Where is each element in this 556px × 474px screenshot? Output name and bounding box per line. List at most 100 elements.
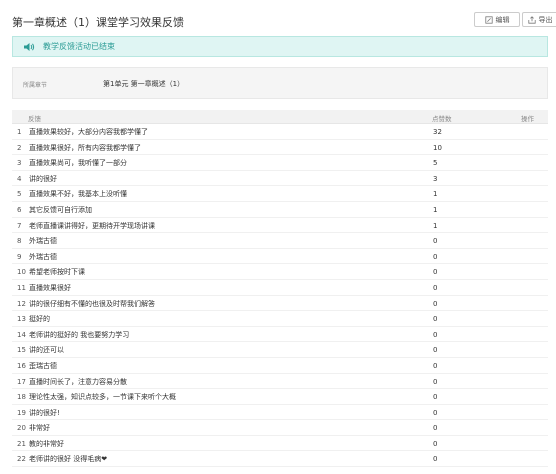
- row-index: 16: [17, 361, 26, 370]
- row-like-count: 32: [433, 128, 442, 136]
- export-button[interactable]: 导出: [522, 12, 556, 27]
- row-index: 6: [17, 205, 22, 214]
- export-icon: [527, 15, 536, 24]
- row-like-count: 0: [433, 455, 438, 464]
- row-feedback-text: 非常好: [29, 424, 50, 433]
- row-like-count: 0: [433, 237, 438, 246]
- row-like-count: 0: [433, 393, 438, 402]
- row-like-count: 1: [433, 221, 438, 230]
- row-like-count: 1: [433, 205, 438, 214]
- row-like-count: 0: [433, 330, 438, 339]
- row-index: 17: [17, 377, 26, 386]
- table-body: 1 直播效果较好，大部分内容我都学懂了 32 2 直播效果很好，所有内容我都学懂了 10 3…: [12, 124, 548, 468]
- table-header: 反馈 点赞数 操作: [12, 110, 548, 124]
- row-feedback-text: 挺好的: [29, 315, 50, 324]
- table-row: 4 讲的很好 3: [12, 171, 548, 187]
- row-index: 4: [17, 174, 22, 183]
- row-feedback-text: 外瑞古德: [29, 237, 57, 246]
- row-like-count: 0: [433, 346, 438, 355]
- row-like-count: 10: [433, 143, 442, 152]
- row-index: 5: [17, 190, 22, 199]
- row-index: 1: [17, 128, 22, 136]
- table-row: 15 讲的还可以 0: [12, 342, 548, 358]
- table-row: 7 老师直播课讲得好，更期待开学现场讲课 1: [12, 218, 548, 234]
- row-feedback-text: 直播时间长了，注意力容易分散: [29, 377, 127, 386]
- table-row: 17 直播时间长了，注意力容易分散 0: [12, 374, 548, 390]
- table-row: 5 直播效果不好，我基本上没听懂 1: [12, 186, 548, 202]
- row-index: 10: [17, 268, 26, 277]
- table-row: 6 其它反馈可自行添加 1: [12, 202, 548, 218]
- row-index: 3: [17, 159, 22, 168]
- row-index: 18: [17, 393, 26, 402]
- speaker-icon: [24, 42, 35, 51]
- row-index: 21: [17, 439, 26, 448]
- table-row: 13 挺好的 0: [12, 311, 548, 327]
- row-feedback-text: 讲的很好!: [29, 408, 60, 417]
- edit-label: 编辑: [495, 15, 510, 24]
- row-index: 11: [17, 283, 26, 292]
- row-feedback-text: 讲的还可以: [29, 346, 64, 355]
- row-index: 13: [17, 315, 26, 324]
- row-like-count: 0: [433, 268, 438, 277]
- row-like-count: 0: [433, 315, 438, 324]
- row-feedback-text: 教的非常好: [29, 439, 64, 448]
- row-like-count: 0: [433, 299, 438, 308]
- row-like-count: 0: [433, 439, 438, 448]
- row-index: 14: [17, 330, 26, 339]
- row-feedback-text: 老师直播课讲得好，更期待开学现场讲课: [29, 221, 155, 230]
- row-index: 15: [17, 346, 26, 355]
- table-row: 22 老师讲的很好 没得毛病❤ 0: [12, 451, 548, 468]
- row-feedback-text: 老师讲的很好 没得毛病❤: [29, 455, 108, 464]
- row-like-count: 5: [433, 159, 438, 168]
- row-like-count: 0: [433, 408, 438, 417]
- page-header: 第一章概述（1）课堂学习效果反馈 编辑 导出: [12, 12, 556, 30]
- chapter-value: 第1单元 第一章概述（1）: [103, 80, 185, 88]
- row-like-count: 0: [433, 252, 438, 261]
- row-index: 12: [17, 299, 26, 308]
- row-feedback-text: 直播效果较好，大部分内容我都学懂了: [29, 128, 148, 136]
- row-index: 20: [17, 424, 26, 433]
- table-row: 1 直播效果较好，大部分内容我都学懂了 32: [12, 124, 548, 140]
- header-likes: 点赞数: [432, 115, 452, 123]
- edit-icon: [484, 15, 493, 24]
- header-feedback: 反馈: [28, 115, 41, 123]
- row-feedback-text: 直播效果尚可，我听懂了一部分: [29, 159, 127, 168]
- row-feedback-text: 讲的很好: [29, 174, 57, 183]
- edit-button[interactable]: 编辑: [474, 12, 520, 27]
- table-row: 19 讲的很好! 0: [12, 405, 548, 421]
- row-index: 7: [17, 221, 22, 230]
- table-row: 9 外瑞古德 0: [12, 249, 548, 265]
- table-row: 12 讲的很仔细有不懂的也很及时帮我们解答 0: [12, 296, 548, 312]
- table-row: 3 直播效果尚可，我听懂了一部分 5: [12, 155, 548, 171]
- row-like-count: 0: [433, 283, 438, 292]
- chapter-label: 所属章节: [23, 82, 48, 89]
- row-index: 8: [17, 237, 22, 246]
- feedback-table: 反馈 点赞数 操作 1 直播效果较好，大部分内容我都学懂了 3 2 2 直播效果很好，所有…: [12, 110, 548, 468]
- page-title: 第一章概述（1）课堂学习效果反馈: [12, 16, 184, 29]
- row-like-count: 1: [433, 190, 438, 199]
- row-feedback-text: 理论性太强，知识点较多，一节课下来听个大概: [29, 393, 176, 402]
- table-row: 2 直播效果很好，所有内容我都学懂了 10: [12, 140, 548, 156]
- row-index: 22: [17, 455, 26, 464]
- row-like-count: 0: [433, 424, 438, 433]
- row-feedback-text: 直播效果很好，所有内容我都学懂了: [29, 143, 141, 152]
- table-row: 10 希望老师按时下课 0: [12, 264, 548, 280]
- notice-banner: 教学反馈活动已结束: [12, 36, 548, 57]
- table-row: 20 非常好 0: [12, 420, 548, 436]
- table-row: 11 直播效果很好 0: [12, 280, 548, 296]
- table-row: 18 理论性太强，知识点较多，一节课下来听个大概 0: [12, 389, 548, 405]
- row-feedback-text: 老师讲的挺好的 我也要努力学习: [29, 330, 130, 339]
- notice-text: 教学反馈活动已结束: [43, 42, 115, 51]
- chapter-info: 所属章节 第1单元 第一章概述（1）: [12, 67, 548, 99]
- row-index: 9: [17, 252, 22, 261]
- row-feedback-text: 外瑞古德: [29, 252, 57, 261]
- row-like-count: 0: [433, 361, 438, 370]
- table-row: 21 教的非常好 0: [12, 436, 548, 452]
- row-feedback-text: 其它反馈可自行添加: [29, 205, 92, 214]
- export-label: 导出: [538, 15, 553, 24]
- row-feedback-text: 讲的很仔细有不懂的也很及时帮我们解答: [29, 299, 155, 308]
- table-row: 8 外瑞古德 0: [12, 233, 548, 249]
- table-row: 16 歪瑞古德 0: [12, 358, 548, 374]
- row-feedback-text: 希望老师按时下课: [29, 268, 85, 277]
- header-action: 操作: [521, 115, 534, 123]
